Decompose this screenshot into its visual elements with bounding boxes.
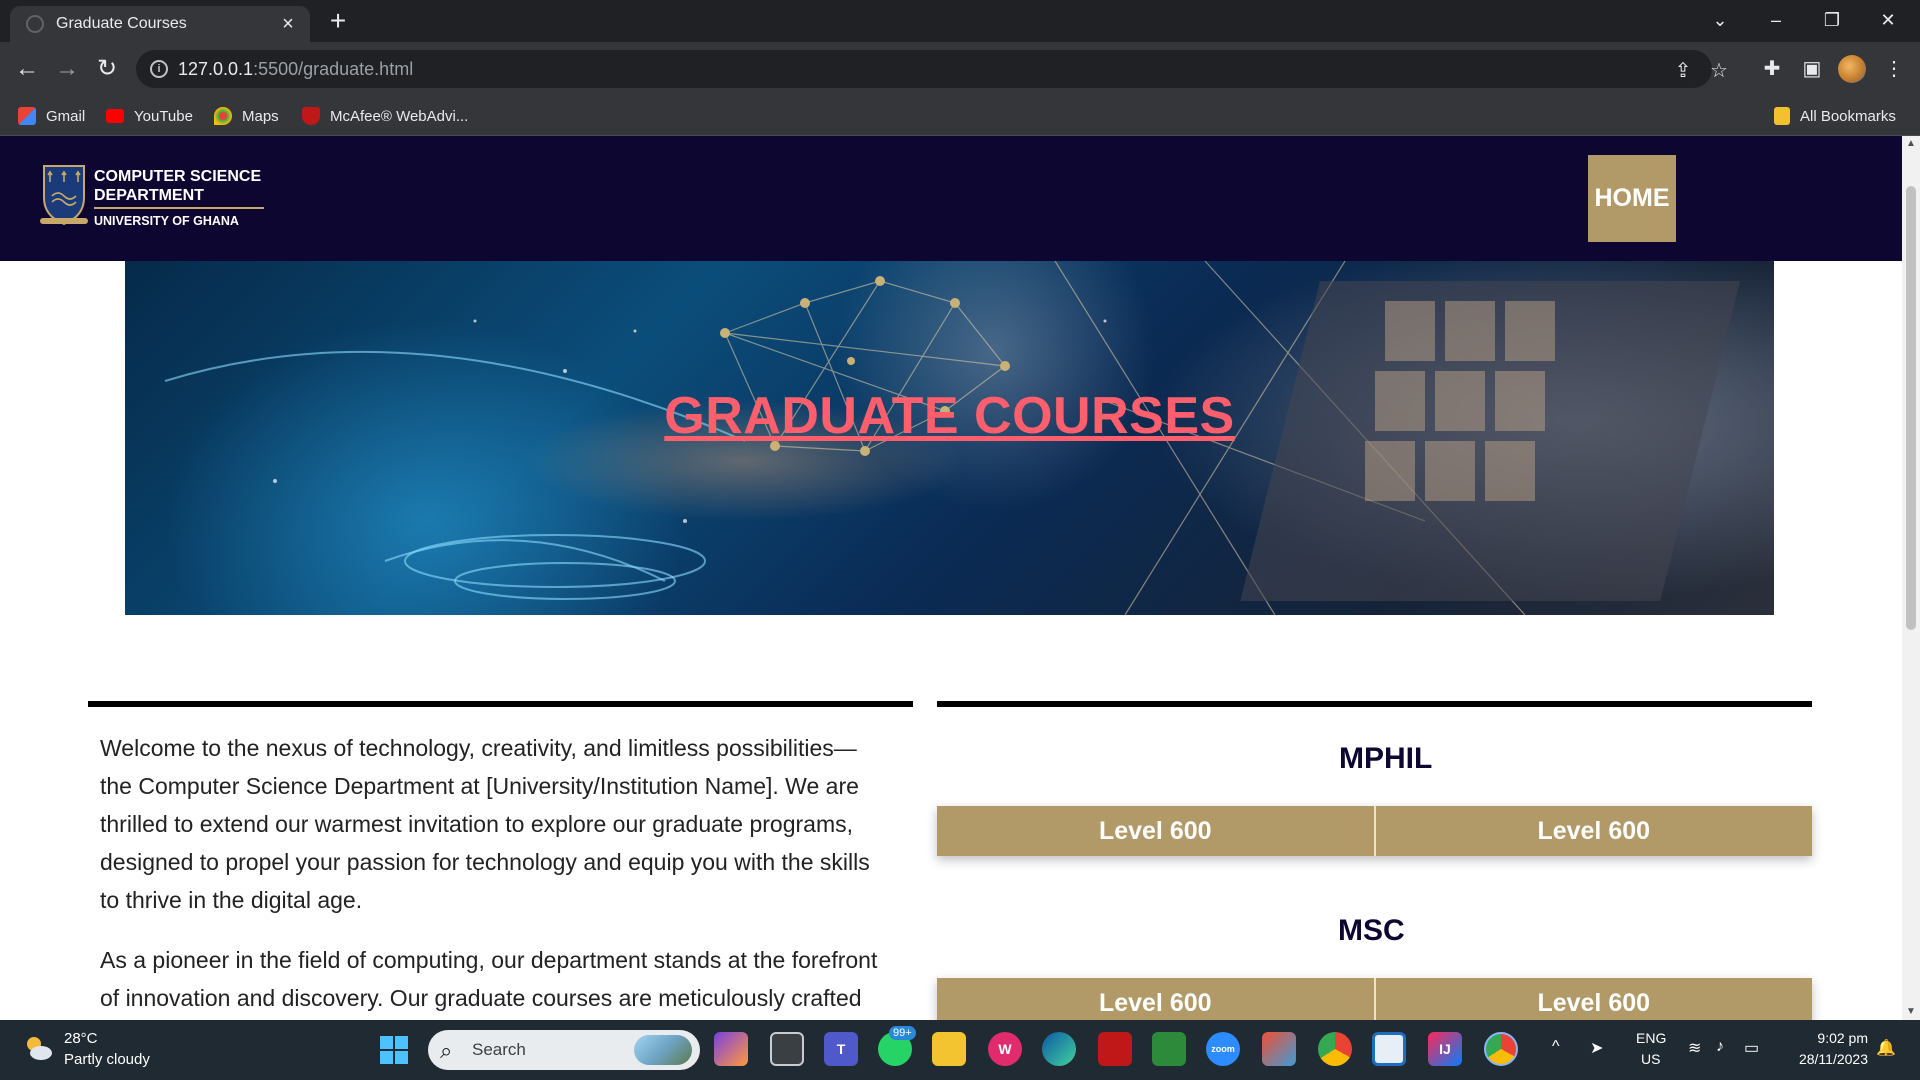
notification-bell-icon[interactable]: 🔔 <box>1876 1038 1896 1058</box>
page-title: GRADUATE COURSES <box>664 387 1235 445</box>
task-view-icon[interactable] <box>770 1032 804 1066</box>
chrome-active-app-icon[interactable] <box>1484 1032 1518 1066</box>
youtube-icon <box>106 109 124 123</box>
snipping-tool-icon[interactable] <box>1372 1032 1406 1066</box>
nodejs-app-icon[interactable] <box>1152 1032 1186 1066</box>
edge-browser-icon[interactable] <box>1042 1032 1076 1066</box>
url-text: 127.0.0.1:5500/graduate.html <box>178 59 414 79</box>
whatsapp-badge: 99+ <box>889 1026 916 1040</box>
program-title-msc: MSC <box>1338 914 1405 947</box>
reload-button[interactable]: ↻ <box>92 54 122 84</box>
gmail-icon <box>18 107 36 125</box>
all-bookmarks-folder[interactable]: All Bookmarks <box>1774 104 1896 128</box>
bookmarks-bar: Gmail YouTube Maps McAfee® WebAdvi... Al… <box>0 96 1920 136</box>
level-row-msc: Level 600 Level 600 <box>937 978 1812 1020</box>
close-tab-icon[interactable]: × <box>276 13 300 36</box>
location-arrow-icon[interactable]: ➤ <box>1590 1038 1603 1058</box>
bookmark-star-icon[interactable]: ☆ <box>1706 58 1732 83</box>
teams-app-icon[interactable]: T <box>824 1032 858 1066</box>
department-logo[interactable]: COMPUTER SCIENCE DEPARTMENT UNIVERSITY O… <box>40 164 270 232</box>
active-tab[interactable]: Graduate Courses × <box>10 6 310 42</box>
logo-text-line2: DEPARTMENT <box>94 187 204 204</box>
extensions-icon[interactable]: ✚ <box>1758 56 1786 81</box>
level-cell[interactable]: Level 600 <box>1373 806 1812 856</box>
address-bar[interactable]: i 127.0.0.1:5500/graduate.html ⇪ ☆ <box>136 50 1728 88</box>
wps-office-icon[interactable]: W <box>988 1032 1022 1066</box>
new-tab-button[interactable]: + <box>322 4 354 38</box>
forward-button[interactable]: → <box>52 54 82 84</box>
search-label: Search <box>472 1040 526 1059</box>
page-viewport: COMPUTER SCIENCE DEPARTMENT UNIVERSITY O… <box>0 136 1902 1020</box>
weather-temperature[interactable]: 28°C <box>64 1030 98 1047</box>
bookmark-maps[interactable]: Maps <box>214 104 279 128</box>
folder-icon <box>1774 107 1790 125</box>
scroll-thumb[interactable] <box>1906 186 1916 630</box>
input-region[interactable]: US <box>1641 1051 1660 1067</box>
logo-divider <box>94 207 264 209</box>
browser-toolbar: ← → ↻ i 127.0.0.1:5500/graduate.html ⇪ ☆… <box>0 42 1920 96</box>
level-cell[interactable]: Level 600 <box>1373 978 1812 1020</box>
restore-button[interactable]: ❐ <box>1804 0 1860 40</box>
tab-title: Graduate Courses <box>56 15 187 32</box>
tab-search-chevron-icon[interactable]: ⌄ <box>1692 0 1748 40</box>
zoom-app-icon[interactable]: zoom <box>1206 1032 1240 1066</box>
browser-tab-strip: Graduate Courses × + ⌄ – ❐ ✕ <box>0 0 1920 42</box>
windows-start-icon[interactable] <box>380 1036 408 1064</box>
level-cell[interactable]: Level 600 <box>937 806 1374 856</box>
wifi-icon[interactable]: ≋ <box>1688 1038 1701 1058</box>
intro-text: Welcome to the nexus of technology, crea… <box>100 729 880 1020</box>
bookmark-gmail[interactable]: Gmail <box>18 104 85 128</box>
chrome-app-icon[interactable] <box>1318 1032 1352 1066</box>
close-window-button[interactable]: ✕ <box>1860 0 1916 40</box>
file-explorer-icon[interactable] <box>932 1032 966 1066</box>
volume-icon[interactable]: ♪ <box>1716 1038 1724 1056</box>
maps-icon <box>214 107 232 125</box>
program-title-mphil: MPHIL <box>1339 742 1433 775</box>
clock-time[interactable]: 9:02 pm <box>1800 1030 1868 1046</box>
site-header: COMPUTER SCIENCE DEPARTMENT UNIVERSITY O… <box>0 136 1902 261</box>
hero-banner: GRADUATE COURSES <box>125 261 1774 615</box>
taskbar-search[interactable]: ⌕ Search <box>428 1030 700 1070</box>
intellij-app-icon[interactable]: IJ <box>1428 1032 1462 1066</box>
premiere-app-icon[interactable] <box>714 1032 748 1066</box>
scroll-up-arrow-icon[interactable]: ▲ <box>1902 136 1920 152</box>
mcafee-icon <box>302 107 320 125</box>
intro-divider <box>88 701 913 707</box>
intro-paragraph: Welcome to the nexus of technology, crea… <box>100 735 870 913</box>
logo-text-line1: COMPUTER SCIENCE <box>94 168 262 185</box>
partly-cloudy-icon[interactable] <box>22 1032 54 1064</box>
programs-divider <box>937 701 1812 707</box>
scroll-down-arrow-icon[interactable]: ▼ <box>1902 1004 1920 1020</box>
site-info-icon[interactable]: i <box>150 60 168 78</box>
mcafee-app-icon[interactable] <box>1098 1032 1132 1066</box>
minimize-button[interactable]: – <box>1748 0 1804 40</box>
back-button[interactable]: ← <box>12 54 42 84</box>
bookmark-mcafee[interactable]: McAfee® WebAdvi... <box>302 104 468 128</box>
show-hidden-icons-chevron-icon[interactable]: ^ <box>1552 1038 1560 1056</box>
search-icon: ⌕ <box>440 1038 453 1063</box>
intro-paragraph: As a pioneer in the field of computing, … <box>100 947 878 1011</box>
weather-description[interactable]: Partly cloudy <box>64 1051 150 1068</box>
bookmark-youtube[interactable]: YouTube <box>106 104 193 128</box>
level-cell[interactable]: Level 600 <box>937 978 1374 1020</box>
level-row-mphil: Level 600 Level 600 <box>937 806 1812 856</box>
input-language[interactable]: ENG <box>1636 1030 1666 1046</box>
share-icon[interactable]: ⇪ <box>1670 58 1696 83</box>
globe-icon <box>26 15 44 33</box>
profile-avatar[interactable] <box>1838 55 1866 83</box>
battery-icon[interactable]: ▭ <box>1744 1038 1759 1058</box>
git-app-icon[interactable] <box>1262 1032 1296 1066</box>
windows-taskbar: 28°C Partly cloudy ⌕ Search T 99+ W zoom… <box>0 1020 1920 1080</box>
search-highlight-image <box>634 1035 692 1065</box>
home-button[interactable]: HOME <box>1588 155 1676 242</box>
university-crest-icon <box>40 165 88 226</box>
menu-kebab-icon[interactable]: ⋮ <box>1880 56 1908 81</box>
page-scrollbar[interactable]: ▲ ▼ <box>1902 136 1920 1020</box>
logo-text-line3: UNIVERSITY OF GHANA <box>94 214 239 228</box>
side-panel-icon[interactable]: ▣ <box>1798 56 1826 81</box>
clock-date[interactable]: 28/11/2023 <box>1783 1051 1868 1067</box>
